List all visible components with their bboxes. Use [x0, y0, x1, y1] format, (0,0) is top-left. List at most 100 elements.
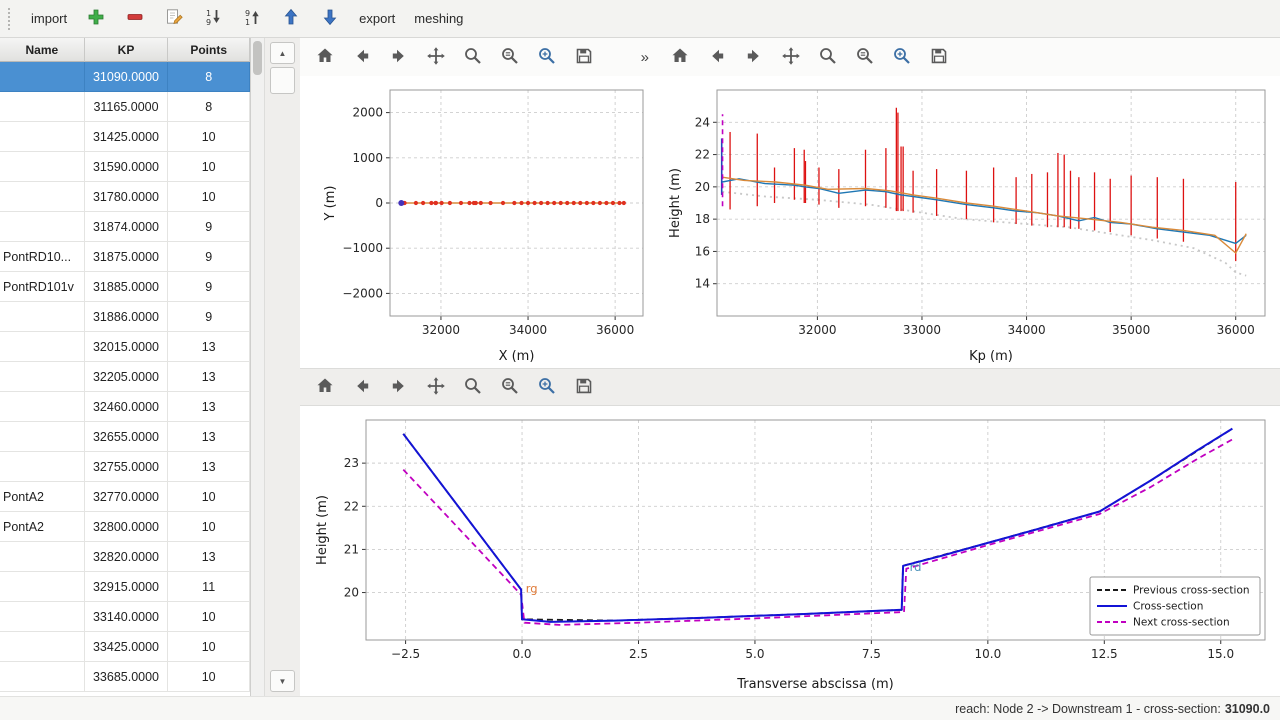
- customize-button[interactable]: [532, 372, 562, 402]
- cell-name: [0, 62, 85, 92]
- table-scrollbar-thumb[interactable]: [253, 41, 262, 75]
- move-up-button[interactable]: [273, 5, 309, 33]
- save-button[interactable]: [569, 42, 599, 72]
- table-row[interactable]: 33685.000010: [0, 662, 250, 692]
- profile-figure: 3200033000340003500036000141618202224Kp …: [655, 38, 1280, 368]
- table-row[interactable]: 33140.000010: [0, 602, 250, 632]
- scroll-up-button[interactable]: ▲: [270, 42, 295, 64]
- back-button[interactable]: [702, 42, 732, 72]
- arrow-up-icon: [281, 7, 301, 30]
- subplots-button[interactable]: [495, 42, 525, 72]
- remove-cross-section-button[interactable]: [117, 5, 153, 33]
- table-row[interactable]: 31886.00009: [0, 302, 250, 332]
- cell-name: [0, 212, 85, 242]
- cell-points: 10: [168, 602, 250, 632]
- customize-button[interactable]: [532, 42, 562, 72]
- table-row[interactable]: 32820.000013: [0, 542, 250, 572]
- cell-points: 10: [168, 662, 250, 692]
- svg-text:12.5: 12.5: [1091, 647, 1118, 661]
- save-button[interactable]: [924, 42, 954, 72]
- home-icon: [315, 46, 335, 69]
- add-icon: [86, 7, 106, 30]
- cell-points: 9: [168, 302, 250, 332]
- table-row[interactable]: PontRD101v31885.00009: [0, 272, 250, 302]
- plan-chart[interactable]: 320003400036000−2000−1000010002000X (m)Y…: [300, 76, 655, 368]
- plan-toolbar: »: [300, 38, 655, 76]
- subplots-button[interactable]: [495, 372, 525, 402]
- forward-button[interactable]: [739, 42, 769, 72]
- pan-icon: [781, 46, 801, 69]
- cell-points: 9: [168, 212, 250, 242]
- svg-text:−2.5: −2.5: [391, 647, 420, 661]
- column-header-points[interactable]: Points: [168, 38, 250, 62]
- edit-cross-section-button[interactable]: [156, 5, 192, 33]
- pan-icon: [426, 46, 446, 69]
- forward-button[interactable]: [384, 42, 414, 72]
- export-button[interactable]: export: [351, 5, 403, 33]
- toolbar-overflow-chevron[interactable]: »: [641, 49, 649, 66]
- customize-button[interactable]: [887, 42, 917, 72]
- column-header-kp[interactable]: KP: [85, 38, 169, 62]
- save-button[interactable]: [569, 372, 599, 402]
- import-button[interactable]: import: [23, 5, 75, 33]
- table-row[interactable]: 31090.00008: [0, 62, 250, 92]
- back-button[interactable]: [347, 42, 377, 72]
- status-bar: reach: Node 2 -> Downstream 1 - cross-se…: [0, 696, 1280, 720]
- table-row[interactable]: 32460.000013: [0, 392, 250, 422]
- zoom-button[interactable]: [813, 42, 843, 72]
- panel-scrollbar-thumb[interactable]: [270, 67, 295, 94]
- column-header-name[interactable]: Name: [0, 38, 85, 62]
- svg-text:−2000: −2000: [342, 286, 383, 300]
- profile-chart[interactable]: 3200033000340003500036000141618202224Kp …: [655, 76, 1279, 368]
- table-row[interactable]: 31590.000010: [0, 152, 250, 182]
- table-row[interactable]: 32655.000013: [0, 422, 250, 452]
- home-icon: [670, 46, 690, 69]
- table-row[interactable]: 31425.000010: [0, 122, 250, 152]
- table-row[interactable]: PontA232800.000010: [0, 512, 250, 542]
- table-row[interactable]: 32015.000013: [0, 332, 250, 362]
- table-scrollbar[interactable]: [251, 38, 265, 696]
- meshing-button[interactable]: meshing: [406, 5, 471, 33]
- zoom-button[interactable]: [458, 42, 488, 72]
- add-cross-section-button[interactable]: [78, 5, 114, 33]
- cell-name: [0, 182, 85, 212]
- table-row[interactable]: 31874.00009: [0, 212, 250, 242]
- table-row[interactable]: 31165.00008: [0, 92, 250, 122]
- svg-text:20: 20: [344, 586, 359, 600]
- status-text: reach: Node 2 -> Downstream 1 - cross-se…: [955, 702, 1221, 716]
- svg-text:Height (m): Height (m): [315, 495, 330, 565]
- table-row[interactable]: 31780.000010: [0, 182, 250, 212]
- back-button[interactable]: [347, 372, 377, 402]
- pan-button[interactable]: [421, 372, 451, 402]
- zoom-button[interactable]: [458, 372, 488, 402]
- cell-kp: 32755.0000: [85, 452, 169, 482]
- pan-button[interactable]: [776, 42, 806, 72]
- cross-section-chart[interactable]: −2.50.02.55.07.510.012.515.020212223Tran…: [300, 406, 1279, 696]
- table-row[interactable]: PontA232770.000010: [0, 482, 250, 512]
- table-row[interactable]: 32915.000011: [0, 572, 250, 602]
- svg-text:15.0: 15.0: [1207, 647, 1234, 661]
- pan-button[interactable]: [421, 42, 451, 72]
- home-button[interactable]: [665, 42, 695, 72]
- save-icon: [574, 46, 594, 69]
- table-row[interactable]: 33425.000010: [0, 632, 250, 662]
- forward-button[interactable]: [384, 372, 414, 402]
- cell-name: [0, 362, 85, 392]
- svg-text:32000: 32000: [422, 323, 460, 337]
- back-icon: [707, 46, 727, 69]
- scroll-down-button[interactable]: ▼: [270, 670, 295, 692]
- subplots-button[interactable]: [850, 42, 880, 72]
- svg-text:−1000: −1000: [342, 241, 383, 255]
- cell-name: [0, 452, 85, 482]
- home-button[interactable]: [310, 42, 340, 72]
- cell-kp: 32915.0000: [85, 572, 169, 602]
- cell-name: PontRD101v: [0, 272, 85, 302]
- table-row[interactable]: 32205.000013: [0, 362, 250, 392]
- sort-descending-button[interactable]: 19: [195, 5, 231, 33]
- svg-text:5.0: 5.0: [745, 647, 764, 661]
- sort-ascending-button[interactable]: 91: [234, 5, 270, 33]
- move-down-button[interactable]: [312, 5, 348, 33]
- table-row[interactable]: PontRD10...31875.00009: [0, 242, 250, 272]
- home-button[interactable]: [310, 372, 340, 402]
- table-row[interactable]: 32755.000013: [0, 452, 250, 482]
